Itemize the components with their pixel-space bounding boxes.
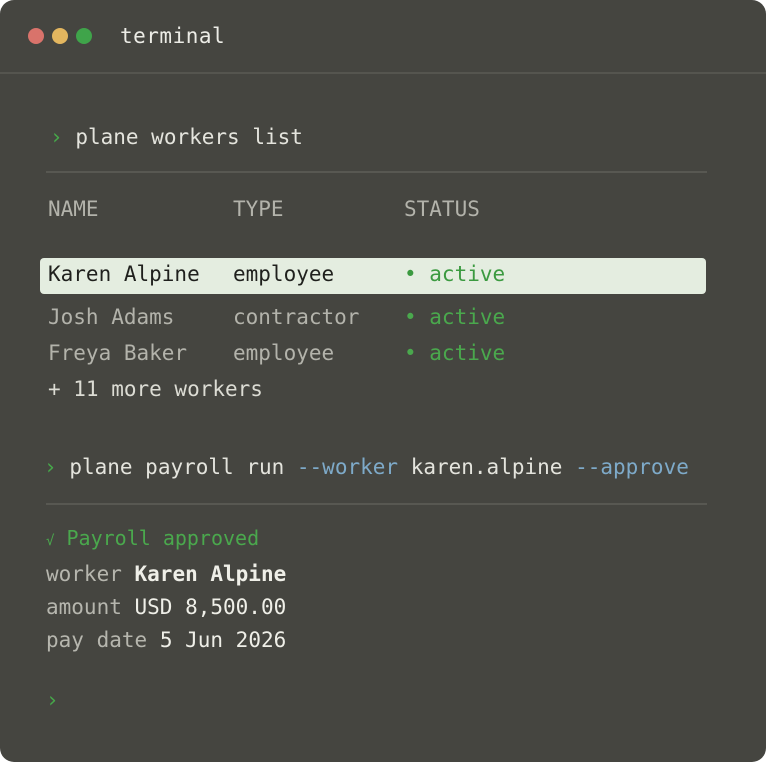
- close-window-button[interactable]: [28, 28, 44, 44]
- check-icon: √: [46, 533, 55, 549]
- worker-type: contractor: [233, 305, 360, 329]
- command-line-3[interactable]: ›: [46, 688, 59, 712]
- column-header-type: TYPE: [233, 197, 284, 221]
- column-header-status: STATUS: [404, 197, 480, 221]
- divider: [46, 171, 707, 173]
- worker-name: Karen Alpine: [48, 262, 200, 286]
- field-value: Karen Alpine: [134, 562, 287, 586]
- flag-worker: --worker: [296, 455, 399, 479]
- window-title: terminal: [120, 24, 226, 48]
- table-row-selected[interactable]: Karen Alpine employee • active: [40, 258, 706, 294]
- field-key: pay date: [46, 628, 148, 652]
- prompt-chevron-icon: ›: [44, 455, 57, 479]
- title-bar: terminal: [0, 0, 766, 74]
- prompt-chevron-icon: ›: [50, 125, 63, 149]
- flag-approve: --approve: [575, 455, 689, 479]
- command-argument: karen.alpine: [398, 455, 576, 479]
- column-header-name: NAME: [48, 197, 99, 221]
- result-field-worker: worker Karen Alpine: [46, 562, 286, 586]
- worker-status: • active: [404, 305, 506, 329]
- terminal-window: terminal › plane workers list NAME TYPE …: [0, 0, 766, 762]
- success-text: Payroll approved: [66, 526, 260, 550]
- command-text: plane payroll run: [69, 455, 297, 479]
- prompt-chevron-icon: ›: [46, 688, 59, 712]
- result-field-amount: amount USD 8,500.00: [46, 595, 286, 619]
- worker-name: Freya Baker: [48, 341, 188, 365]
- field-value: 5 Jun 2026: [159, 628, 287, 652]
- minimize-window-button[interactable]: [52, 28, 68, 44]
- result-field-pay-date: pay date 5 Jun 2026: [46, 628, 286, 652]
- command-line-2: › plane payroll run --worker karen.alpin…: [44, 455, 689, 479]
- field-key: worker: [46, 562, 122, 586]
- success-message: √ Payroll approved: [46, 526, 259, 550]
- worker-type: employee: [233, 341, 335, 365]
- worker-status: • active: [404, 341, 506, 365]
- field-key: amount: [46, 595, 122, 619]
- command-text: plane workers list: [75, 125, 303, 149]
- worker-type: employee: [233, 262, 335, 286]
- field-value: USD 8,500.00: [134, 595, 287, 619]
- command-line-1: › plane workers list: [50, 125, 303, 149]
- worker-name: Josh Adams: [48, 305, 175, 329]
- maximize-window-button[interactable]: [76, 28, 92, 44]
- divider: [46, 503, 707, 505]
- more-workers-text: + 11 more workers: [48, 377, 263, 401]
- worker-status: • active: [404, 262, 506, 286]
